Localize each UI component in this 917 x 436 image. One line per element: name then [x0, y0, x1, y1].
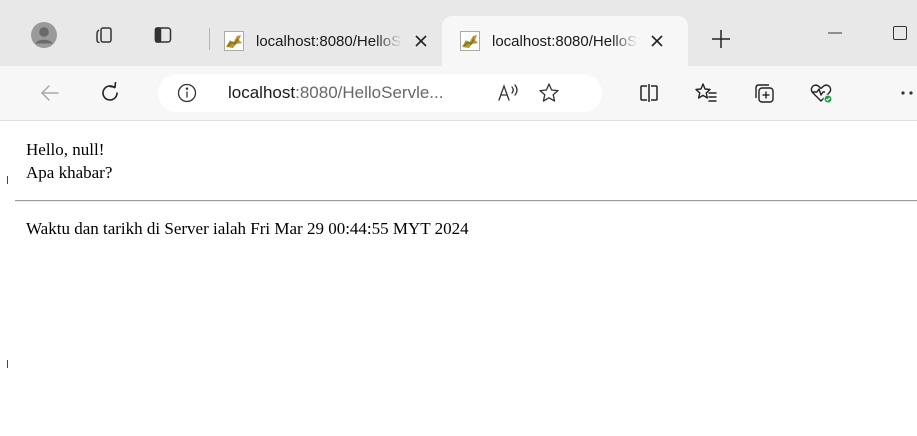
tab-strip: localhost:8080/HelloServlet localhost:80…: [0, 0, 917, 66]
read-aloud-button[interactable]: [496, 81, 522, 105]
back-arrow-icon: [40, 85, 59, 101]
split-screen-button[interactable]: [634, 78, 664, 108]
tomcat-favicon: [224, 31, 244, 51]
window-edge-mark: [7, 176, 8, 184]
close-icon: [415, 35, 427, 47]
browser-essentials-button[interactable]: [806, 78, 836, 108]
address-bar[interactable]: localhost:8080/HelloServle...: [158, 74, 602, 112]
tab-divider: [209, 28, 210, 50]
split-screen-icon: [640, 84, 658, 102]
workspaces-icon: [96, 27, 112, 44]
tab-inactive[interactable]: localhost:8080/HelloServlet: [214, 16, 438, 66]
url-host: localhost: [228, 83, 296, 102]
minimize-icon: [828, 32, 842, 34]
refresh-button[interactable]: [95, 78, 125, 108]
workspaces-button[interactable]: [89, 20, 119, 50]
navigation-toolbar: localhost:8080/HelloServle...: [0, 66, 917, 120]
collections-button[interactable]: [749, 78, 779, 108]
window-edge-mark: [7, 360, 8, 368]
add-favorite-button[interactable]: [536, 80, 562, 106]
tab-close-button[interactable]: [410, 30, 432, 52]
window-left-edge: [0, 121, 15, 436]
url-text[interactable]: localhost:8080/HelloServle...: [228, 83, 443, 103]
info-icon: [177, 83, 197, 103]
greeting-text: Hello, null!: [26, 140, 105, 159]
maximize-button[interactable]: [880, 18, 917, 48]
tab-title: localhost:8080/HelloServlet: [492, 32, 638, 50]
star-icon: [539, 83, 559, 102]
heart-pulse-icon: [810, 84, 833, 104]
refresh-icon: [102, 82, 118, 101]
maximize-icon: [893, 26, 907, 40]
profile-button[interactable]: [29, 20, 59, 50]
profile-icon: [31, 22, 57, 48]
tab-close-button[interactable]: [646, 30, 668, 52]
tomcat-favicon: [460, 31, 480, 51]
read-aloud-icon: [498, 84, 518, 101]
tab-title: localhost:8080/HelloServlet: [256, 32, 402, 50]
favorites-icon: [695, 83, 717, 102]
plus-icon: [712, 30, 730, 48]
server-time-text: Waktu dan tarikh di Server ialah Fri Mar…: [26, 219, 469, 238]
horizontal-rule: [15, 200, 917, 202]
more-icon: [901, 91, 913, 95]
site-info-button[interactable]: [176, 82, 198, 104]
more-button[interactable]: [896, 78, 917, 108]
url-path: :8080/HelloServle...: [295, 83, 444, 102]
tab-actions-button[interactable]: [148, 20, 178, 50]
close-icon: [651, 35, 663, 47]
favorites-button[interactable]: [691, 78, 721, 108]
question-text: Apa khabar?: [26, 163, 113, 182]
minimize-button[interactable]: [812, 18, 858, 48]
page-content: Hello, null! Apa khabar? Waktu dan tarik…: [15, 121, 917, 436]
tab-active[interactable]: localhost:8080/HelloServlet: [442, 16, 688, 66]
tab-actions-icon: [154, 27, 172, 43]
collections-icon: [755, 84, 774, 103]
new-tab-button[interactable]: [706, 24, 736, 54]
back-button[interactable]: [35, 78, 65, 108]
